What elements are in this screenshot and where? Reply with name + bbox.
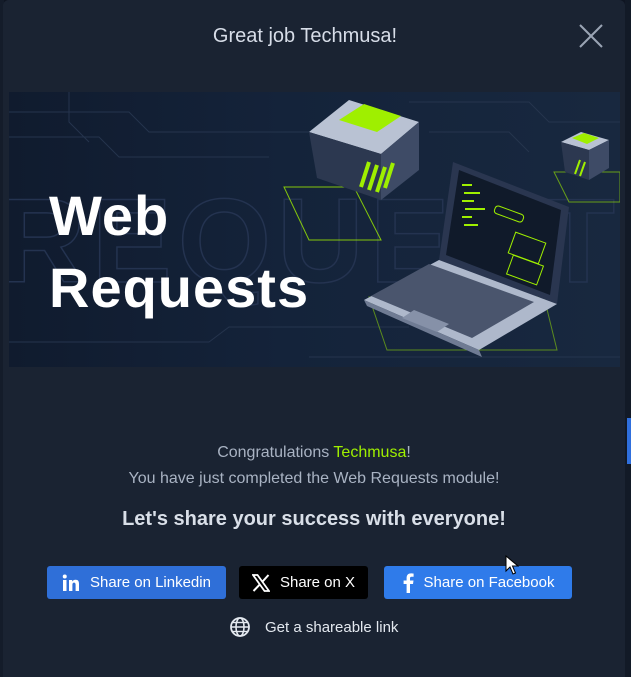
mouse-cursor-icon <box>505 555 519 575</box>
share-facebook-button[interactable]: Share on Facebook <box>384 566 572 599</box>
congrats-line: Congratulations Techmusa! <box>3 440 625 466</box>
background-accent-tab <box>627 418 631 464</box>
background-page-edge-right <box>625 0 631 677</box>
module-title-line1: Web <box>49 184 170 247</box>
shareable-link-label: Get a shareable link <box>265 618 399 636</box>
module-title: Web Requests <box>49 180 309 324</box>
share-heading: Let's share your success with everyone! <box>122 508 506 530</box>
share-linkedin-label: Share on Linkedin <box>90 574 211 591</box>
congrats-suffix: ! <box>406 444 411 461</box>
module-banner: REQUESTS <box>9 92 620 367</box>
close-button[interactable] <box>577 22 605 50</box>
x-logo-icon <box>251 573 270 592</box>
facebook-icon <box>403 572 414 593</box>
share-linkedin-button[interactable]: Share on Linkedin <box>47 566 226 599</box>
globe-icon <box>230 617 250 637</box>
share-x-label: Share on X <box>279 574 356 591</box>
completed-text: You have just completed the Web Requests… <box>128 470 500 487</box>
modal-header: Great job Techmusa! <box>3 0 625 70</box>
share-facebook-label: Share on Facebook <box>423 574 555 591</box>
linkedin-icon <box>62 574 80 591</box>
congrats-prefix: Congratulations <box>217 444 334 461</box>
module-complete-modal: Great job Techmusa! REQUESTS <box>3 0 625 677</box>
close-icon <box>579 24 603 48</box>
congrats-message: Congratulations Techmusa! You have just … <box>3 440 625 492</box>
modal-title: Great job Techmusa! <box>212 25 398 47</box>
shareable-link-button[interactable]: Get a shareable link <box>229 614 398 640</box>
username: Techmusa <box>333 444 407 461</box>
share-x-button[interactable]: Share on X <box>239 566 368 599</box>
module-title-line2: Requests <box>49 256 310 319</box>
